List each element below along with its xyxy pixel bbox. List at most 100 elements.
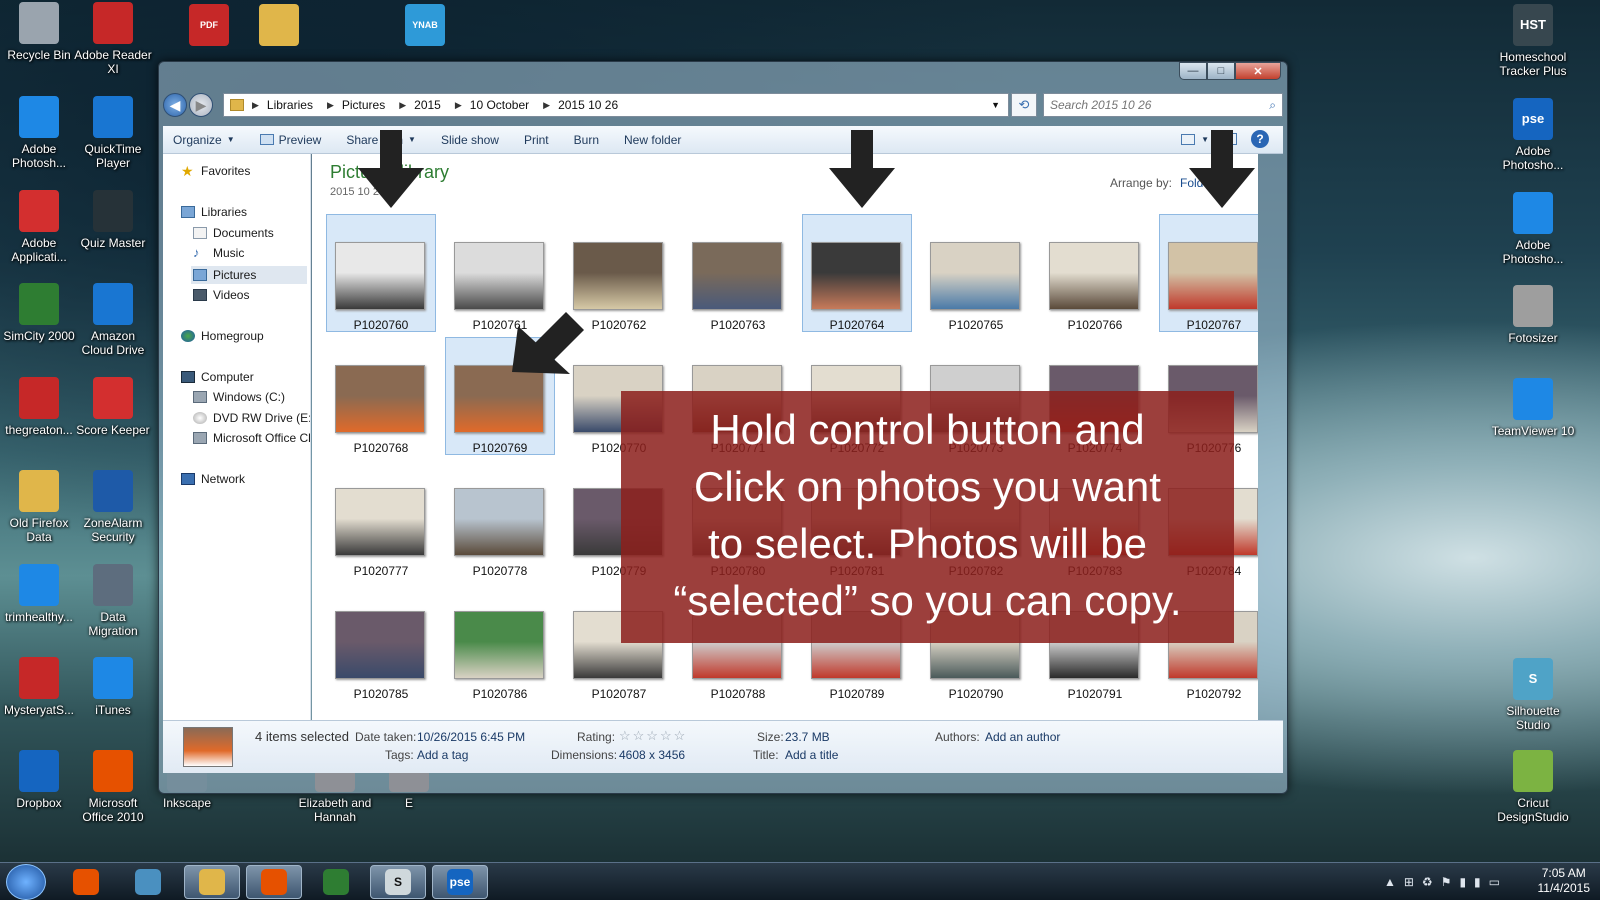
nav-videos[interactable]: Videos: [193, 288, 249, 302]
view-icon[interactable]: [1181, 133, 1196, 145]
breadcrumb-item-pictures[interactable]: Pictures: [342, 98, 385, 112]
slide-show-button[interactable]: Slide show: [441, 133, 499, 147]
organize-menu[interactable]: Organize ▼: [173, 133, 235, 147]
desktop-icon[interactable]: Data Migration: [74, 564, 152, 638]
search-icon[interactable]: ⌕: [1269, 98, 1276, 113]
nav-favorites[interactable]: ★ Favorites: [181, 164, 250, 178]
nav-windows-c[interactable]: Windows (C:): [193, 390, 285, 404]
minimize-button[interactable]: —: [1179, 62, 1207, 80]
desktop-icon[interactable]: Old Firefox Data: [0, 470, 78, 544]
preview-button[interactable]: Preview: [259, 133, 321, 147]
nav-network[interactable]: Network: [181, 472, 245, 486]
desktop-icon[interactable]: HST Homeschool Tracker Plus: [1488, 4, 1578, 78]
breadcrumb-item-october[interactable]: 10 October: [470, 98, 529, 112]
print-button[interactable]: Print: [524, 133, 549, 147]
taskbar-explorer-button[interactable]: [184, 865, 240, 899]
nav-music[interactable]: ♪ Music: [193, 246, 244, 260]
desktop-icon[interactable]: Quiz Master: [74, 190, 152, 250]
photo-item[interactable]: P1020777: [326, 460, 436, 578]
desktop-icon[interactable]: PDF: [170, 4, 248, 50]
app-icon: pse: [1513, 98, 1553, 140]
desktop-icon[interactable]: Score Keeper: [74, 377, 152, 437]
desktop-icon[interactable]: ZoneAlarm Security: [74, 470, 152, 544]
desktop-icon[interactable]: Fotosizer: [1488, 285, 1578, 345]
photo-item[interactable]: P1020765: [921, 214, 1031, 332]
photo-item[interactable]: P1020766: [1040, 214, 1150, 332]
photo-item[interactable]: P1020761: [445, 214, 555, 332]
photo-item[interactable]: P1020769: [445, 337, 555, 455]
desktop-icon[interactable]: Dropbox: [0, 750, 78, 810]
desktop-icon[interactable]: YNAB: [386, 4, 464, 50]
desktop-icon[interactable]: Microsoft Office 2010: [74, 750, 152, 824]
taskbar-chrome-button[interactable]: [308, 865, 364, 899]
photo-item[interactable]: P1020762: [564, 214, 674, 332]
nav-ms-office[interactable]: Microsoft Office Cl: [193, 431, 310, 445]
desktop-icon[interactable]: S Silhouette Studio: [1488, 658, 1578, 732]
desktop-icon[interactable]: Adobe Reader XI: [74, 2, 152, 76]
breadcrumb-item-libraries[interactable]: Libraries: [267, 98, 313, 112]
authors-value[interactable]: Add an author: [985, 730, 1060, 744]
breadcrumb[interactable]: ▶ Libraries ▶ Pictures ▶ 2015 ▶ 10 Octob…: [223, 93, 1009, 117]
taskbar-people-button[interactable]: [120, 865, 176, 899]
desktop-icon[interactable]: MysteryatS...: [0, 657, 78, 717]
nav-pictures[interactable]: Pictures: [191, 266, 307, 284]
nav-documents[interactable]: Documents: [193, 226, 274, 240]
desktop-icon[interactable]: SimCity 2000: [0, 283, 78, 343]
desktop-icon[interactable]: thegreaton...: [0, 377, 78, 437]
photo-thumbnail: [454, 488, 544, 556]
arrange-by[interactable]: Arrange by: Folder: [1110, 176, 1214, 190]
desktop-icon[interactable]: Adobe Applicati...: [0, 190, 78, 264]
photo-item[interactable]: P1020768: [326, 337, 436, 455]
chevron-down-icon[interactable]: ▼: [991, 100, 1000, 110]
desktop-icon[interactable]: pse Adobe Photosho...: [1488, 98, 1578, 172]
taskbar-media-player-button[interactable]: [58, 865, 114, 899]
photo-item[interactable]: P1020763: [683, 214, 793, 332]
nav-dvd-drive[interactable]: DVD RW Drive (E:) I: [193, 411, 310, 425]
desktop-icon[interactable]: [240, 4, 318, 50]
clock-date[interactable]: 11/4/2015: [1538, 881, 1591, 896]
tray-icons[interactable]: ▲⊞♻⚑▮▮▭: [1384, 875, 1508, 889]
breadcrumb-item-current[interactable]: 2015 10 26: [558, 98, 618, 112]
desktop-icon[interactable]: TeamViewer 10: [1488, 378, 1578, 438]
photo-item[interactable]: P1020760: [326, 214, 436, 332]
desktop-icon[interactable]: QuickTime Player: [74, 96, 152, 170]
desktop-icon[interactable]: iTunes: [74, 657, 152, 717]
share-with-menu[interactable]: Share with ▼: [346, 133, 416, 147]
photo-item[interactable]: P1020785: [326, 583, 436, 701]
preview-pane-icon[interactable]: [1223, 133, 1237, 145]
photo-item[interactable]: P1020767: [1159, 214, 1258, 332]
taskbar-firefox-button[interactable]: [246, 865, 302, 899]
desktop-icon[interactable]: Adobe Photosho...: [1488, 192, 1578, 266]
desktop-icon[interactable]: Cricut DesignStudio: [1488, 750, 1578, 824]
clock-time[interactable]: 7:05 AM: [1538, 866, 1591, 881]
photo-item[interactable]: P1020786: [445, 583, 555, 701]
new-folder-button[interactable]: New folder: [624, 133, 681, 147]
refresh-button[interactable]: ⟲: [1011, 93, 1037, 117]
back-button[interactable]: ◀: [163, 93, 187, 117]
taskbar-photoshop-elements-button[interactable]: pse: [432, 865, 488, 899]
taskbar-silhouette-button[interactable]: S: [370, 865, 426, 899]
rating-stars[interactable]: ☆☆☆☆☆: [619, 728, 687, 744]
burn-button[interactable]: Burn: [574, 133, 599, 147]
start-button[interactable]: [6, 864, 46, 900]
desktop-icon[interactable]: Amazon Cloud Drive: [74, 283, 152, 357]
photo-item[interactable]: P1020764: [802, 214, 912, 332]
desktop-icon[interactable]: Recycle Bin: [0, 2, 78, 62]
search-box[interactable]: ⌕: [1043, 93, 1283, 117]
search-input[interactable]: [1050, 98, 1270, 112]
chevron-down-icon[interactable]: ▼: [1201, 135, 1209, 144]
nav-computer[interactable]: Computer: [181, 370, 254, 384]
date-value[interactable]: 10/26/2015 6:45 PM: [417, 730, 525, 744]
breadcrumb-item-2015[interactable]: 2015: [414, 98, 441, 112]
nav-libraries[interactable]: Libraries: [181, 205, 247, 219]
close-button[interactable]: ✕: [1235, 62, 1281, 80]
tags-value[interactable]: Add a tag: [417, 748, 468, 762]
title-value[interactable]: Add a title: [785, 748, 838, 762]
nav-homegroup[interactable]: Homegroup: [181, 329, 264, 343]
forward-button[interactable]: ▶: [189, 93, 213, 117]
desktop-icon[interactable]: Adobe Photosh...: [0, 96, 78, 170]
desktop-icon[interactable]: trimhealthy...: [0, 564, 78, 624]
help-icon[interactable]: ?: [1251, 130, 1269, 148]
photo-item[interactable]: P1020778: [445, 460, 555, 578]
maximize-button[interactable]: □: [1207, 62, 1235, 80]
